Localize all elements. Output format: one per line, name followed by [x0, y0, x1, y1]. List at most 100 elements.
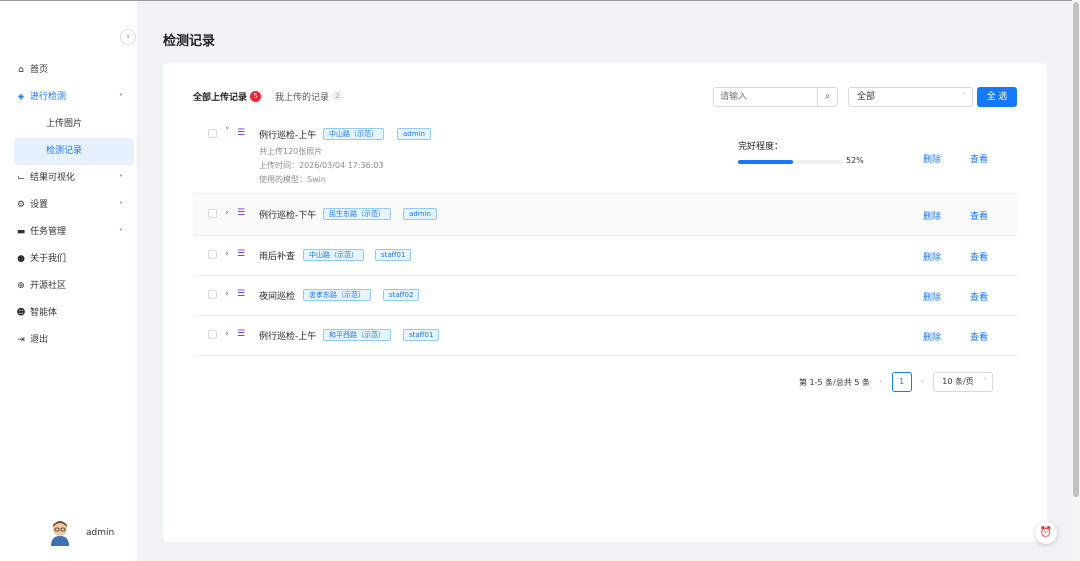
- record-name: 例行巡检-上午: [259, 131, 317, 141]
- sidebar-item-logout[interactable]: ⇥ 退出: [0, 327, 137, 354]
- sidebar-item-label: 进行检测: [30, 92, 67, 102]
- progress-text: 52%: [846, 156, 864, 165]
- chevron-up-icon: ˄: [119, 93, 123, 102]
- progress-label: 完好程度：: [738, 142, 784, 152]
- list-icon: ☰: [237, 208, 246, 218]
- select-all-button[interactable]: 全 选: [977, 87, 1017, 107]
- delete-link[interactable]: 删除: [923, 152, 941, 165]
- sidebar-item-home[interactable]: ⌂ 首页: [0, 57, 137, 84]
- delete-link[interactable]: 删除: [923, 209, 941, 222]
- sidebar-item-label: 设置: [30, 200, 49, 210]
- record-name: 夜间巡检: [259, 292, 296, 302]
- view-link[interactable]: 查看: [970, 250, 988, 263]
- sidebar-item-detect[interactable]: ◈ 进行检测 ˄: [0, 84, 137, 111]
- chevron-down-icon: ˅: [983, 377, 988, 386]
- alarm-icon[interactable]: ⏰: [1035, 522, 1057, 544]
- search-box: ⌕: [713, 87, 838, 107]
- chevron-down-icon: ˅: [119, 201, 123, 210]
- tab-label: 全部上传记录: [193, 93, 248, 103]
- user-tag: staff01: [403, 329, 440, 341]
- upload-count: 共上传120张照片: [259, 147, 323, 156]
- row-checkbox[interactable]: [208, 129, 217, 138]
- table-row[interactable]: › ☰ 夜间巡检 忠孝东路（示范） staff02 删除 查看: [193, 276, 1017, 316]
- chevron-down-icon[interactable]: ˅: [225, 127, 230, 137]
- chevron-right-icon[interactable]: ›: [225, 289, 229, 299]
- location-tag: 中山路（示范）: [303, 249, 364, 261]
- record-name: 例行巡检-上午: [259, 332, 317, 342]
- row-checkbox[interactable]: [208, 250, 217, 259]
- chevron-left-icon[interactable]: ‹: [879, 377, 883, 387]
- pagination-summary: 第 1-5 条/总共 5 条: [799, 377, 871, 387]
- home-icon: ⌂: [18, 65, 24, 75]
- user-tag: admin: [397, 128, 431, 140]
- chevron-down-icon: ˅: [119, 174, 123, 183]
- sidebar-nav: ⌂ 首页 ◈ 进行检测 ˄ 上传图片 检测记录 ⌙ 结果可视化 ˅ ⚙ 设置 ˅…: [0, 57, 137, 354]
- sidebar-item-community[interactable]: ⊕ 开源社区: [0, 273, 137, 300]
- view-link[interactable]: 查看: [970, 152, 988, 165]
- scrollbar-thumb[interactable]: [1073, 2, 1079, 497]
- chevron-right-icon[interactable]: ›: [225, 329, 229, 339]
- search-input[interactable]: [714, 88, 817, 106]
- search-icon[interactable]: ⌕: [817, 88, 837, 106]
- user-tag: admin: [403, 208, 437, 220]
- user-profile[interactable]: admin: [48, 519, 114, 547]
- sidebar-item-label: 开源社区: [30, 281, 67, 291]
- tab-label: 我上传的记录: [275, 93, 330, 103]
- list-icon: ☰: [237, 289, 246, 299]
- pagination: 第 1-5 条/总共 5 条 ‹ 1 › 10 条/页 ˅: [799, 372, 994, 392]
- tab-all-uploads[interactable]: 全部上传记录 5: [193, 90, 262, 103]
- sidebar-item-label: 结果可视化: [30, 173, 76, 183]
- sidebar-item-label: 关于我们: [30, 254, 67, 264]
- delete-link[interactable]: 删除: [923, 250, 941, 263]
- sidebar: ‹ ⌂ 首页 ◈ 进行检测 ˄ 上传图片 检测记录 ⌙ 结果可视化 ˅ ⚙ 设置…: [0, 1, 138, 561]
- table-row[interactable]: ˅ ☰ 例行巡检-上午 中山路（示范） admin 共上传120张照片 上传时间…: [193, 119, 1017, 194]
- user-tag: staff01: [375, 249, 412, 261]
- view-link[interactable]: 查看: [970, 290, 988, 303]
- chevron-right-icon[interactable]: ›: [225, 208, 229, 218]
- delete-link[interactable]: 删除: [923, 330, 941, 343]
- avatar: [51, 521, 69, 546]
- record-name: 例行巡检-下午: [259, 211, 317, 221]
- page-number[interactable]: 1: [891, 372, 912, 392]
- view-link[interactable]: 查看: [970, 209, 988, 222]
- delete-link[interactable]: 删除: [923, 290, 941, 303]
- gears-icon: ⚙: [16, 200, 26, 210]
- table-row[interactable]: › ☰ 雨后补查 中山路（示范） staff01 删除 查看: [193, 236, 1017, 276]
- scrollbar[interactable]: [1072, 0, 1080, 561]
- sidebar-item-agent[interactable]: ☻ 智能体: [0, 300, 137, 327]
- robot-icon: ☻: [16, 308, 26, 318]
- sidebar-item-tasks[interactable]: ▬ 任务管理 ˅: [0, 219, 137, 246]
- sidebar-item-label: 智能体: [30, 308, 58, 318]
- chevron-down-icon: ˅: [119, 228, 123, 237]
- tabs: 全部上传记录 5 我上传的记录 2: [193, 90, 344, 103]
- chevron-down-icon: ˅: [962, 92, 966, 101]
- sidebar-item-label: 退出: [30, 335, 49, 345]
- progress-bar: [738, 160, 843, 164]
- filter-select[interactable]: 全部 ˅: [848, 87, 973, 107]
- sidebar-item-visualization[interactable]: ⌙ 结果可视化 ˅: [0, 165, 137, 192]
- user-name: admin: [86, 528, 115, 538]
- sidebar-item-about[interactable]: ● 关于我们: [0, 246, 137, 273]
- view-link[interactable]: 查看: [970, 330, 988, 343]
- server-icon: ▬: [16, 227, 26, 237]
- sidebar-item-settings[interactable]: ⚙ 设置 ˅: [0, 192, 137, 219]
- row-checkbox[interactable]: [208, 290, 217, 299]
- count-badge: 5: [250, 91, 262, 102]
- sidebar-subitem-upload[interactable]: 上传图片: [14, 111, 134, 138]
- logout-icon: ⇥: [17, 335, 25, 345]
- row-checkbox[interactable]: [208, 209, 217, 218]
- chevron-right-icon[interactable]: ›: [225, 249, 229, 259]
- chevron-right-icon[interactable]: ›: [921, 377, 925, 387]
- records-card: 全部上传记录 5 我上传的记录 2 ⌕ 全部 ˅ 全 选 ˅ ☰ 例行巡检-上午…: [163, 63, 1047, 542]
- sidebar-subitem-records[interactable]: 检测记录: [14, 138, 134, 165]
- page-size-select[interactable]: 10 条/页 ˅: [933, 372, 994, 392]
- chevron-left-icon[interactable]: ‹: [120, 29, 136, 45]
- line-chart-icon: ⌙: [17, 173, 25, 183]
- table-row[interactable]: › ☰ 例行巡检-下午 民生东路（示范） admin 删除 查看: [193, 194, 1017, 236]
- row-checkbox[interactable]: [208, 330, 217, 339]
- location-tag: 和平西路（示范）: [323, 329, 391, 341]
- user-tag: staff02: [383, 289, 420, 301]
- tab-my-uploads[interactable]: 我上传的记录 2: [275, 90, 344, 103]
- info-icon: ●: [17, 254, 25, 264]
- table-row[interactable]: › ☰ 例行巡检-上午 和平西路（示范） staff01 删除 查看: [193, 316, 1017, 356]
